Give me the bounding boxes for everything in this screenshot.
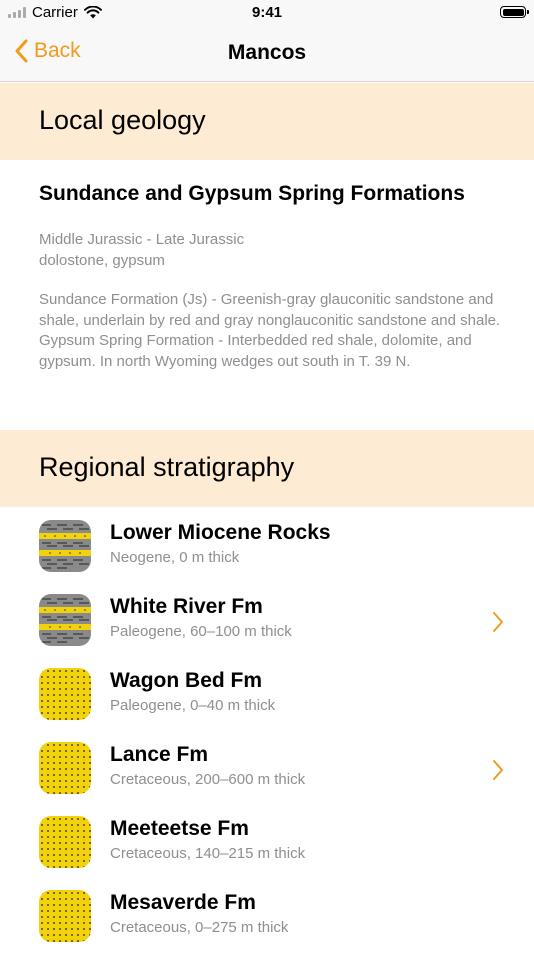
- section-header-regional-stratigraphy: Regional stratigraphy: [0, 430, 534, 507]
- formation-detail: Cretaceous, 200–600 m thick: [110, 771, 306, 788]
- status-time: 9:41: [251, 4, 283, 21]
- formation-detail: Cretaceous, 140–215 m thick: [110, 845, 306, 862]
- navigation-bar: Back Mancos: [0, 26, 534, 82]
- formation-age: Middle Jurassic - Late Jurassic: [39, 231, 245, 248]
- list-item[interactable]: Lance Fm Cretaceous, 200–600 m thick: [0, 737, 534, 811]
- formation-detail: Paleogene, 0–40 m thick: [110, 697, 276, 714]
- list-item[interactable]: White River Fm Paleogene, 60–100 m thick: [0, 589, 534, 663]
- section-header-local-geology: Local geology: [0, 83, 534, 160]
- formation-name: Lance Fm: [110, 743, 209, 766]
- formation-name: Wagon Bed Fm: [110, 669, 263, 692]
- list-item[interactable]: Wagon Bed Fm Paleogene, 0–40 m thick: [0, 663, 534, 737]
- formation-title: Sundance and Gypsum Spring Formations: [39, 182, 465, 205]
- list-item[interactable]: Lower Miocene Rocks Neogene, 0 m thick: [0, 515, 534, 589]
- formation-detail: Paleogene, 60–100 m thick: [110, 623, 292, 640]
- formation-description: Sundance Formation (Js) - Greenish-gray …: [39, 291, 501, 370]
- formation-name: Mesaverde Fm: [110, 891, 256, 914]
- section-title: Local geology: [39, 105, 206, 135]
- formation-name: Lower Miocene Rocks: [110, 521, 331, 544]
- formation-lithology: dolostone, gypsum: [39, 252, 165, 269]
- list-item[interactable]: Meeteetse Fm Cretaceous, 140–215 m thick: [0, 811, 534, 885]
- list-item[interactable]: Mesaverde Fm Cretaceous, 0–275 m thick: [0, 885, 534, 959]
- sandstone-pattern-icon: [39, 742, 91, 794]
- sandstone-pattern-icon: [39, 890, 91, 942]
- battery-icon: [500, 6, 529, 18]
- formation-detail: Cretaceous, 0–275 m thick: [110, 919, 289, 936]
- chevron-right-icon[interactable]: [492, 759, 504, 781]
- section-title: Regional stratigraphy: [39, 452, 295, 482]
- chevron-right-icon[interactable]: [492, 611, 504, 633]
- formation-name: Meeteetse Fm: [110, 817, 249, 840]
- page-title: Mancos: [227, 41, 307, 64]
- sandstone-pattern-icon: [39, 668, 91, 720]
- sandstone-pattern-icon: [39, 816, 91, 868]
- formation-detail: Neogene, 0 m thick: [110, 549, 240, 566]
- formation-meta: Middle Jurassic - Late Jurassic doloston…: [39, 229, 244, 271]
- shale-sandstone-pattern-icon: [39, 594, 91, 646]
- status-bar: Carrier 9:41: [0, 0, 534, 26]
- formation-name: White River Fm: [110, 595, 263, 618]
- shale-sandstone-pattern-icon: [39, 520, 91, 572]
